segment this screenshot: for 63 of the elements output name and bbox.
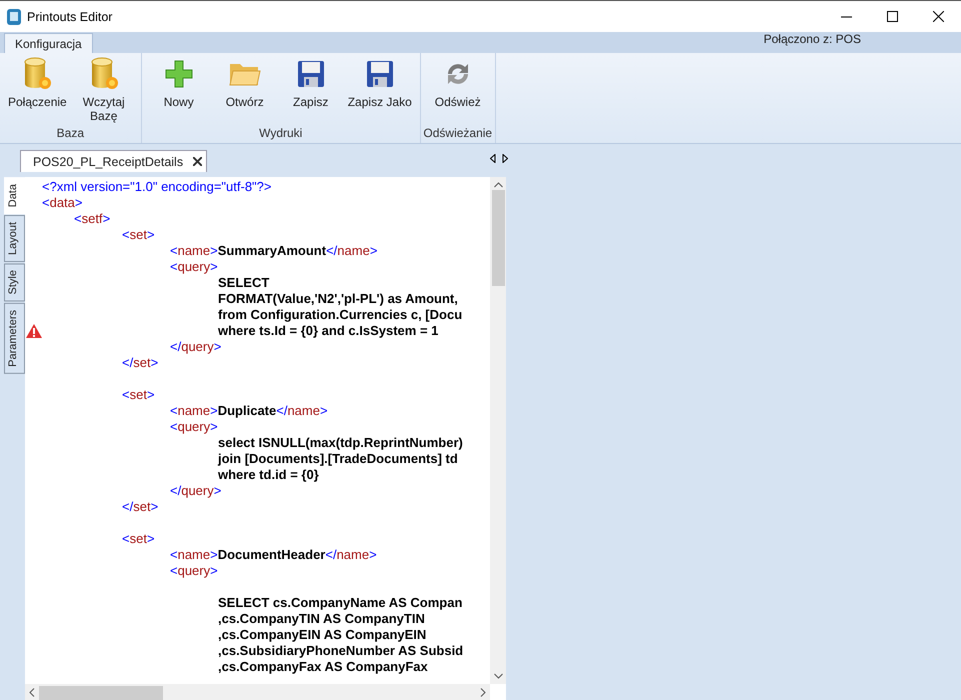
scroll-left-icon[interactable] xyxy=(29,688,35,697)
maximize-icon xyxy=(886,11,898,22)
code-line: ,cs.CompanyFax AS CompanyFax xyxy=(218,659,428,674)
ribbon-button[interactable]: Odśwież xyxy=(424,53,491,125)
ribbon-button[interactable]: Wczytaj Bazę xyxy=(70,53,137,125)
app-icon xyxy=(7,8,21,24)
code-line: SELECT xyxy=(218,275,270,290)
code-line: <query> xyxy=(170,563,218,578)
plus-icon xyxy=(164,59,194,89)
window-title: Printouts Editor xyxy=(27,10,114,24)
side-tab[interactable]: Layout xyxy=(4,215,25,262)
side-tab[interactable]: Style xyxy=(4,263,25,302)
code-line: join [Documents].[TradeDocuments] td xyxy=(218,451,458,466)
code-line: <data> xyxy=(42,195,82,210)
scrollbar-thumb[interactable] xyxy=(492,190,504,286)
code-line: <name>SummaryAmount</name> xyxy=(170,243,378,258)
code-line: <set> xyxy=(122,387,155,402)
ribbon-button[interactable]: Nowy xyxy=(146,53,212,125)
group-label: Odświeżanie xyxy=(423,126,492,140)
group-label: Wydruki xyxy=(259,126,302,140)
code-line: <set> xyxy=(122,227,155,242)
vertical-scrollbar[interactable] xyxy=(490,177,506,684)
ribbon-button[interactable]: Zapisz xyxy=(278,53,344,125)
code-line: <name>Duplicate</name> xyxy=(170,403,328,418)
side-tab[interactable]: Data xyxy=(4,177,25,214)
database-icon xyxy=(22,57,52,91)
code-line: from Configuration.Currencies c, [Docu xyxy=(218,307,462,322)
code-line: FORMAT(Value,'N2','pl-PL') as Amount, xyxy=(218,291,458,306)
code-line: select ISNULL(max(tdp.ReprintNumber) xyxy=(218,435,463,450)
code-line: </set> xyxy=(122,355,158,370)
code-line: where td.id = {0} xyxy=(218,467,319,482)
ribbon-button[interactable]: Otwórz xyxy=(212,53,278,125)
scroll-down-icon[interactable] xyxy=(494,673,502,679)
code-line: <query> xyxy=(170,259,218,274)
code-line: <setf> xyxy=(74,211,110,226)
scroll-right-icon[interactable] xyxy=(480,688,486,697)
scrollbar-thumb[interactable] xyxy=(39,686,163,700)
code-line: <name>DocumentHeader</name> xyxy=(170,547,377,562)
code-line: ,cs.SubsidiaryPhoneNumber AS Subsid xyxy=(218,643,464,658)
scroll-left-icon[interactable] xyxy=(490,154,496,163)
code-line: </set> xyxy=(122,499,158,514)
ribbon-button[interactable]: Zapisz Jako xyxy=(344,53,416,125)
code-line: where ts.Id = {0} and c.IsSystem = 1 xyxy=(218,323,438,338)
code-line: ,cs.CompanyTIN AS CompanyTIN xyxy=(218,611,425,626)
code-line: <query> xyxy=(170,419,218,434)
code-line: </query> xyxy=(170,339,222,354)
connection-status: Połączono z: POS xyxy=(764,32,861,46)
code-line: </query> xyxy=(170,483,222,498)
code-line: <?xml version="1.0" encoding="utf-8"?> xyxy=(42,179,272,194)
document-tab[interactable]: POS20_PL_ReceiptDetails xyxy=(20,150,208,172)
code-line: SELECT cs.CompanyName AS Compan xyxy=(218,595,462,610)
database-icon xyxy=(88,57,119,91)
code-line: ,cs.CompanyEIN AS CompanyEIN xyxy=(218,627,426,642)
side-tab[interactable]: Parameters xyxy=(4,302,25,374)
close-icon xyxy=(932,11,944,22)
scroll-right-icon[interactable] xyxy=(502,154,508,163)
group-label: Baza xyxy=(56,126,84,140)
horizontal-scrollbar[interactable] xyxy=(25,684,490,700)
ribbon-tab[interactable]: Konfiguracja xyxy=(4,33,93,53)
code-line: <set> xyxy=(122,531,155,546)
scroll-up-icon[interactable] xyxy=(494,182,502,188)
ribbon-button[interactable]: Połączenie xyxy=(4,53,71,125)
close-icon[interactable] xyxy=(193,157,202,166)
